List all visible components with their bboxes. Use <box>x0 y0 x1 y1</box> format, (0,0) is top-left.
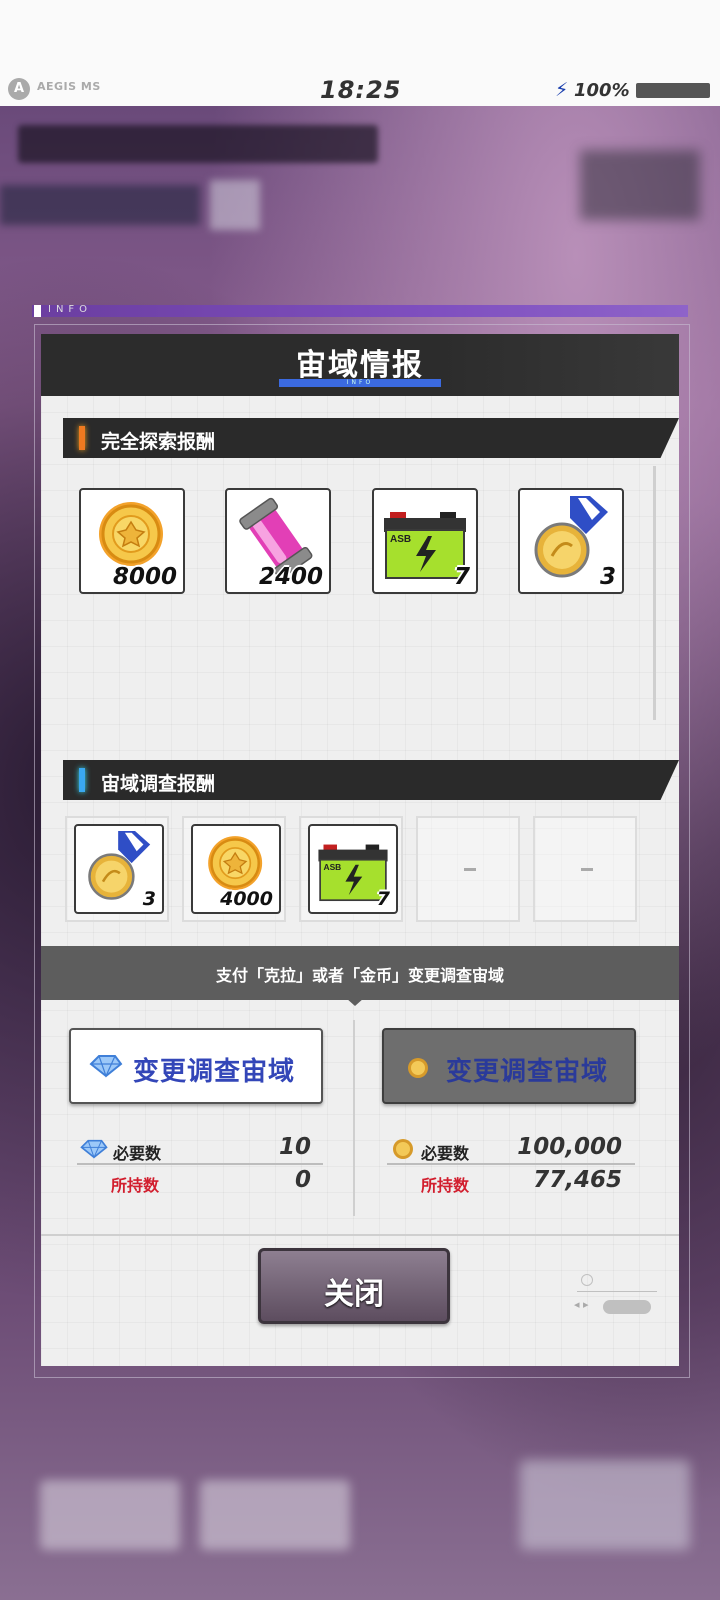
background-icon <box>210 180 260 230</box>
info-tag: INFO <box>32 304 688 317</box>
clock: 18:25 <box>320 76 402 104</box>
footer-divider <box>41 1234 679 1236</box>
gold-coin-icon <box>393 1139 413 1159</box>
options-divider <box>353 1020 355 1216</box>
pay-bar-notch <box>346 998 364 1006</box>
full-reward-label: 完全探索报酬 <box>101 431 216 453</box>
item-quantity: 3 <box>142 888 156 910</box>
crystal-icon <box>89 1055 123 1078</box>
status-bar: A AEGIS MS 18:25 ⚡ 100% <box>0 0 720 106</box>
brand-name: AEGIS MS <box>37 80 101 93</box>
gold-owned-value: 77,465 <box>533 1167 622 1193</box>
row-divider <box>387 1163 635 1165</box>
survey-reward-header: 宙域调查报酬 <box>63 760 679 800</box>
item-quantity: 8000 <box>112 564 177 590</box>
title-subtitle: INFO <box>346 379 374 386</box>
section-accent <box>79 426 85 450</box>
full-reward-header: 完全探索报酬 <box>63 418 679 458</box>
change-with-crystal-button[interactable]: 变更调查宙域 <box>69 1028 323 1104</box>
crystal-icon <box>80 1139 108 1159</box>
item-quantity: 3 <box>599 564 616 590</box>
reward-scrollbar[interactable] <box>653 466 656 720</box>
close-button[interactable]: 关闭 <box>258 1248 450 1324</box>
decor-pill <box>603 1300 651 1314</box>
pay-instruction-bar: 支付「克拉」或者「金币」变更调查宙域 <box>41 946 679 1000</box>
reward-item-energy-capsule[interactable]: 2400 <box>225 488 331 594</box>
arrow-icons: ◂ ▸ <box>574 1298 589 1311</box>
reward-item-medal[interactable]: 3 <box>518 488 624 594</box>
background-button <box>40 1480 180 1550</box>
crystal-owned-value: 0 <box>294 1167 311 1193</box>
pay-instruction-text: 支付「克拉」或者「金币」变更调查宙域 <box>215 966 504 985</box>
info-tag-marker <box>34 305 41 317</box>
svg-text:ASB: ASB <box>390 534 411 545</box>
survey-item-medal[interactable]: 3 <box>74 824 164 914</box>
survey-slot-empty <box>533 816 637 922</box>
charging-icon: ⚡ <box>555 79 569 101</box>
survey-reward-label: 宙域调查报酬 <box>101 773 216 795</box>
change-button-label: 变更调查宙域 <box>446 1057 609 1087</box>
battery-icon <box>636 83 710 98</box>
empty-dash <box>581 868 593 871</box>
change-with-gold-button[interactable]: 变更调查宙域 <box>382 1028 636 1104</box>
change-button-label: 变更调查宙域 <box>133 1057 296 1087</box>
background-button <box>520 1460 690 1550</box>
survey-slot-empty <box>416 816 520 922</box>
survey-item-coin[interactable]: 4000 <box>191 824 281 914</box>
item-quantity: 2400 <box>258 564 323 590</box>
reward-item-coin[interactable]: 8000 <box>79 488 185 594</box>
item-quantity: 4000 <box>220 888 273 910</box>
title-underline: INFO <box>279 379 441 387</box>
reward-item-battery[interactable]: ASB 7 <box>372 488 478 594</box>
background-button <box>200 1480 350 1550</box>
search-icon <box>581 1274 593 1286</box>
brand-logo-icon: A <box>8 78 30 100</box>
background-banner <box>18 125 378 163</box>
svg-text:ASB: ASB <box>323 862 341 872</box>
battery-percent: 100% <box>574 80 630 101</box>
background-bar <box>0 185 200 225</box>
item-quantity: 7 <box>453 564 470 590</box>
row-divider <box>77 1163 323 1165</box>
item-quantity: 7 <box>376 888 390 910</box>
decor-line <box>577 1291 657 1292</box>
close-button-label: 关闭 <box>324 1277 384 1312</box>
crystal-required-value: 10 <box>278 1134 311 1160</box>
survey-item-battery[interactable]: ASB 7 <box>308 824 398 914</box>
background-panel <box>580 150 700 220</box>
info-panel: 宙域情报 INFO 完全探索报酬 8000 2400 ASB 7 3 宙域调查报… <box>41 334 679 1366</box>
info-tag-label: INFO <box>48 304 93 315</box>
panel-title: 宙域情报 <box>296 348 424 383</box>
empty-dash <box>464 868 476 871</box>
gold-coin-icon <box>408 1058 428 1078</box>
gold-required-value: 100,000 <box>517 1134 622 1160</box>
section-accent <box>79 768 85 792</box>
